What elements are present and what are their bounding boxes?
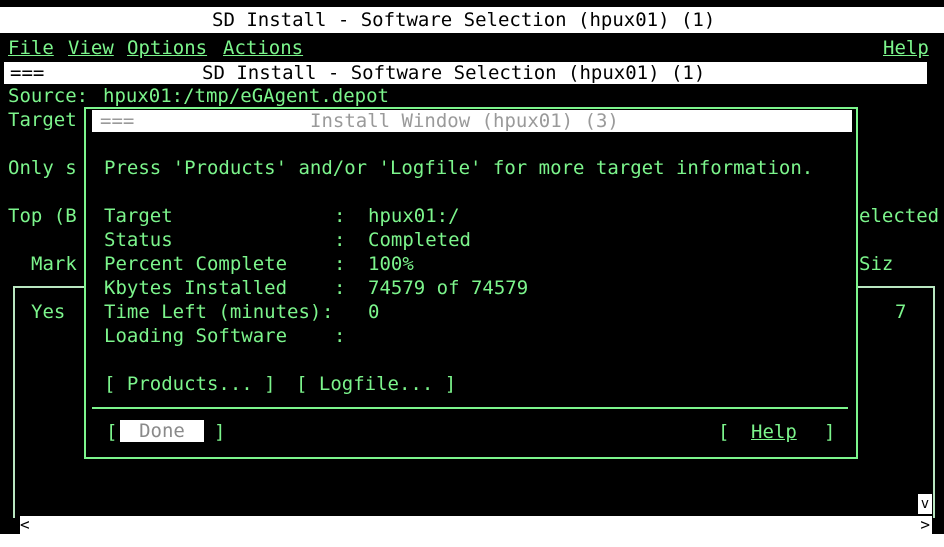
menu-help[interactable]: Help — [883, 36, 929, 60]
help-bracket-close: ] — [824, 421, 836, 443]
help-bracket-open: [ — [718, 421, 730, 443]
field-timeleft-colon: : — [322, 301, 334, 323]
scroll-right-arrow[interactable]: > — [920, 516, 930, 534]
field-target-value: hpux01:/ — [368, 205, 460, 227]
dialog-menu-marker[interactable]: === — [100, 109, 134, 133]
dialog-titlebar: === Install Window (hpux01) (3) — [92, 110, 852, 132]
done-button[interactable]: Done — [120, 420, 204, 442]
only-selected-fragment: Only s — [8, 157, 77, 179]
menu-options[interactable]: Options — [127, 36, 207, 60]
field-percent-value: 100% — [368, 253, 414, 275]
field-status-label: Status — [104, 229, 173, 251]
field-loading-label: Loading Software — [104, 325, 288, 347]
install-window-dialog: === Install Window (hpux01) (3) Press 'P… — [84, 107, 858, 459]
scroll-left-arrow[interactable]: < — [20, 516, 30, 534]
field-kbytes-colon: : — [334, 277, 346, 299]
menu-file[interactable]: File — [8, 36, 54, 60]
inner-window-titlebar: === SD Install - Software Selection (hpu… — [4, 62, 927, 84]
done-bracket-close: ] — [214, 421, 226, 443]
field-target-label: Target — [104, 205, 173, 227]
source-label: Source: — [8, 85, 89, 107]
dialog-title: Install Window (hpux01) (3) — [310, 110, 619, 132]
field-target-colon: : — [334, 205, 346, 227]
field-timeleft-label: Time Left (minutes) — [104, 301, 322, 323]
field-percent-colon: : — [334, 253, 346, 275]
menu-view[interactable]: View — [68, 36, 114, 60]
source-value: hpux01:/tmp/eGAgent.depot — [103, 85, 389, 107]
list-item-size: 7 — [895, 301, 907, 323]
field-status-colon: : — [334, 229, 346, 251]
menu-actions[interactable]: Actions — [223, 36, 303, 60]
column-header-mark: Mark — [31, 253, 77, 275]
list-item-mark-yes[interactable]: Yes — [31, 300, 65, 324]
field-kbytes-value: 74579 of 74579 — [368, 277, 529, 299]
selected-count-fragment: elected — [859, 205, 940, 227]
top-level-fragment: Top (B — [8, 205, 77, 227]
field-status-value: Completed — [368, 229, 471, 251]
field-percent-label: Percent Complete — [104, 253, 288, 275]
outer-window-titlebar: SD Install - Software Selection (hpux01)… — [0, 7, 944, 33]
field-timeleft-value: 0 — [368, 301, 380, 323]
field-kbytes-label: Kbytes Installed — [104, 277, 288, 299]
horizontal-scrollbar[interactable]: < > — [20, 516, 932, 534]
inner-window-title: SD Install - Software Selection (hpux01)… — [202, 62, 706, 84]
dialog-separator — [92, 407, 848, 409]
menu-bar: File View Options Actions Help — [0, 34, 944, 60]
target-label-fragment: Target — [8, 109, 77, 131]
column-header-size: Siz — [859, 253, 894, 275]
scroll-down-arrow[interactable]: v — [918, 494, 932, 514]
field-loading-colon: : — [334, 325, 346, 347]
products-button[interactable]: [ Products... ] — [104, 372, 276, 396]
window-menu-marker[interactable]: === — [10, 61, 44, 85]
outer-window-title: SD Install - Software Selection (hpux01)… — [212, 9, 716, 31]
bottom-edge — [0, 534, 944, 547]
dialog-instructions: Press 'Products' and/or 'Logfile' for mo… — [104, 157, 814, 179]
logfile-button[interactable]: [ Logfile... ] — [296, 372, 456, 396]
done-bracket-open: [ — [106, 421, 118, 443]
help-button[interactable]: Help — [751, 420, 797, 444]
